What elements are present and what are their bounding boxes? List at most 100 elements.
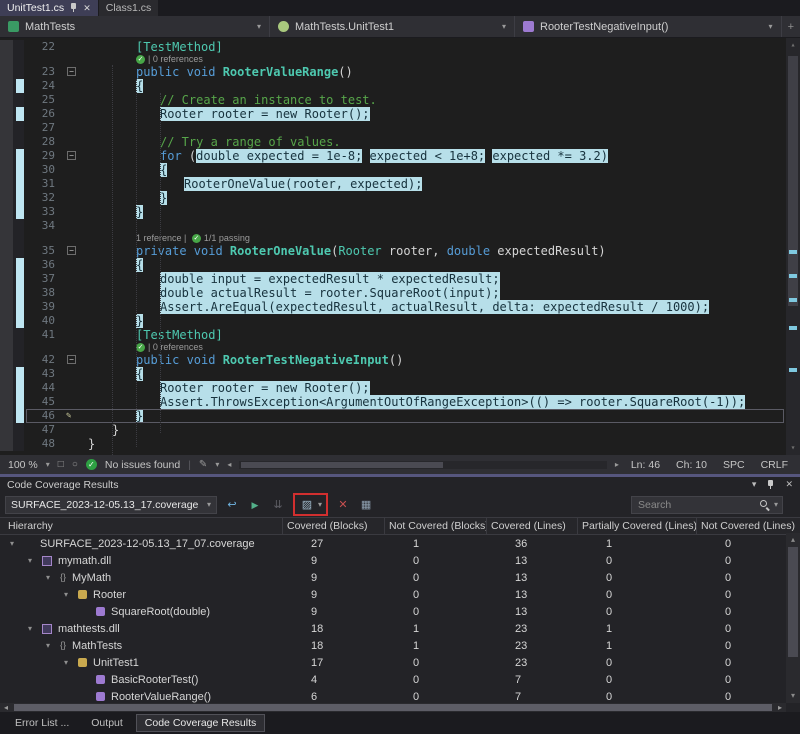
window-position-icon[interactable]: ▾ — [752, 479, 757, 490]
code-line[interactable]: 36{ — [0, 258, 800, 272]
tree-expander-icon[interactable]: ▾ — [46, 573, 60, 582]
code-line[interactable]: 41[TestMethod] — [0, 328, 800, 342]
code-line[interactable]: 46✎} — [0, 409, 800, 423]
document-outline-icon[interactable]: □ — [58, 459, 64, 470]
tree-expander-icon[interactable]: ▾ — [28, 624, 42, 633]
column-header-hierarchy[interactable]: Hierarchy — [0, 518, 283, 534]
code-line[interactable]: 44Rooter rooter = new Rooter(); — [0, 381, 800, 395]
code-line[interactable]: 32} — [0, 191, 800, 205]
code-line[interactable]: 48} — [0, 437, 800, 451]
code-line[interactable]: 22[TestMethod] — [0, 40, 800, 54]
column-header-partially-covered-lines[interactable]: Partially Covered (Lines) — [578, 518, 697, 534]
code-line[interactable]: 27 — [0, 121, 800, 135]
result-set-dropdown[interactable]: SURFACE_2023-12-05.13_17.coverage ▾ — [5, 496, 217, 514]
scroll-left-icon[interactable]: ◂ — [0, 703, 12, 712]
scroll-right-icon[interactable]: ▸ — [774, 703, 786, 712]
scrollbar-thumb[interactable] — [14, 704, 772, 711]
coverage-row[interactable]: ▾{}MathTests1812310 — [0, 637, 800, 654]
code-line[interactable]: 38double actualResult = rooter.SquareRoo… — [0, 286, 800, 300]
coverage-row[interactable]: ▾SURFACE_2023-12-05.13_17_07.coverage271… — [0, 535, 800, 552]
tree-expander-icon[interactable]: ▾ — [64, 658, 78, 667]
code-line[interactable]: 30{ — [0, 163, 800, 177]
code-line[interactable]: 23−public void RooterValueRange() — [0, 65, 800, 79]
tab-unittest1[interactable]: UnitTest1.cs ✕ — [0, 0, 98, 16]
coverage-search-box[interactable]: ▾ — [631, 496, 783, 514]
show-code-coverage-coloring-icon[interactable]: ▨ — [299, 496, 315, 514]
scroll-down-icon[interactable]: ▾ — [786, 690, 800, 702]
tab-code-coverage-results[interactable]: Code Coverage Results — [136, 714, 265, 732]
coverage-row[interactable]: ▾mathtests.dll1812310 — [0, 620, 800, 637]
coverage-row[interactable]: SquareRoot(double)901300 — [0, 603, 800, 620]
collapse-region-icon[interactable]: − — [67, 355, 76, 364]
editor-vertical-scrollbar[interactable]: ▴ ▾ — [786, 38, 800, 455]
spaces-indicator[interactable]: SPC — [723, 459, 745, 471]
code-line[interactable]: 45Assert.ThrowsException<ArgumentOutOfRa… — [0, 395, 800, 409]
search-icon[interactable] — [759, 499, 770, 510]
import-results-icon[interactable]: ↩ — [224, 496, 240, 514]
export-results-icon[interactable]: ▶ — [247, 496, 263, 514]
scrollbar-thumb[interactable] — [788, 547, 798, 657]
pin-icon[interactable] — [69, 3, 78, 13]
code-line[interactable]: 25// Create an instance to test. — [0, 93, 800, 107]
column-header-not-covered-lines[interactable]: Not Covered (Lines) — [697, 518, 800, 534]
code-cleanup-icon[interactable]: ✎ — [199, 459, 207, 470]
code-line[interactable]: 33} — [0, 205, 800, 219]
coverage-row[interactable]: ▾mymath.dll901300 — [0, 552, 800, 569]
code-line[interactable]: 31RooterOneValue(rooter, expected); — [0, 177, 800, 191]
scroll-up-icon[interactable]: ▴ — [786, 534, 800, 546]
collapse-region-icon[interactable]: − — [67, 151, 76, 160]
show-coverage-columns-icon[interactable]: ▦ — [358, 496, 374, 514]
type-dropdown[interactable]: MathTests.UnitTest1 ▾ — [270, 16, 515, 37]
panel-title-bar[interactable]: Code Coverage Results ▾ ✕ — [0, 477, 800, 492]
chevron-down-icon[interactable]: ▾ — [215, 460, 219, 469]
scroll-left-icon[interactable]: ◂ — [227, 460, 231, 469]
health-status-text[interactable]: No issues found — [105, 459, 180, 471]
scroll-up-icon[interactable]: ▴ — [786, 39, 800, 51]
line-indicator[interactable]: Ln: 46 — [631, 459, 660, 471]
scroll-right-icon[interactable]: ▸ — [615, 460, 619, 469]
member-dropdown[interactable]: RooterTestNegativeInput() ▾ — [515, 16, 782, 37]
code-line[interactable]: 26Rooter rooter = new Rooter(); — [0, 107, 800, 121]
line-endings-indicator[interactable]: CRLF — [761, 459, 788, 471]
pin-icon[interactable] — [766, 480, 775, 490]
code-line[interactable]: 24{ — [0, 79, 800, 93]
coverage-row[interactable]: ▾UnitTest11702300 — [0, 654, 800, 671]
tree-expander-icon[interactable]: ▾ — [28, 556, 42, 565]
chevron-down-icon[interactable]: ▾ — [46, 460, 50, 469]
search-input[interactable] — [636, 498, 755, 512]
code-line[interactable]: 42−public void RooterTestNegativeInput() — [0, 353, 800, 367]
coverage-row[interactable]: ▾{}MyMath901300 — [0, 569, 800, 586]
scrollbar-thumb[interactable] — [788, 56, 798, 306]
coverage-row[interactable]: BasicRooterTest()40700 — [0, 671, 800, 688]
tree-expander-icon[interactable]: ▾ — [46, 641, 60, 650]
close-icon[interactable]: ✕ — [785, 479, 793, 490]
remove-coverage-icon[interactable]: ✕ — [335, 496, 351, 514]
tree-expander-icon[interactable]: ▾ — [64, 590, 78, 599]
close-icon[interactable]: ✕ — [83, 4, 91, 13]
collapse-region-icon[interactable]: − — [67, 67, 76, 76]
panel-horizontal-scrollbar[interactable]: ◂ ▸ — [0, 703, 786, 712]
panel-vertical-scrollbar[interactable]: ▴ ▾ — [786, 533, 800, 703]
chevron-down-icon[interactable]: ▾ — [774, 500, 778, 509]
chevron-down-icon[interactable]: ▾ — [318, 500, 322, 509]
column-header-covered-lines[interactable]: Covered (Lines) — [487, 518, 578, 534]
column-header-not-covered-blocks[interactable]: Not Covered (Blocks) — [385, 518, 487, 534]
code-editor[interactable]: 22[TestMethod]✓| 0 references23−public v… — [0, 38, 800, 455]
code-line[interactable]: 28// Try a range of values. — [0, 135, 800, 149]
zoom-select[interactable]: 100 % — [8, 459, 38, 471]
project-dropdown[interactable]: MathTests ▾ — [0, 16, 270, 37]
code-line[interactable]: 39Assert.AreEqual(expectedResult, actual… — [0, 300, 800, 314]
tab-class1[interactable]: Class1.cs — [99, 0, 159, 16]
code-line[interactable]: 47} — [0, 423, 800, 437]
code-line[interactable]: 37double input = expectedResult * expect… — [0, 272, 800, 286]
coverage-row[interactable]: ▾Rooter901300 — [0, 586, 800, 603]
collapse-region-icon[interactable]: − — [67, 246, 76, 255]
code-line[interactable]: 35−private void RooterOneValue(Rooter ro… — [0, 244, 800, 258]
code-line[interactable]: 34 — [0, 219, 800, 233]
scrollbar-thumb[interactable] — [241, 462, 443, 468]
tab-output[interactable]: Output — [82, 714, 132, 732]
tree-expander-icon[interactable]: ▾ — [10, 539, 24, 548]
editor-horizontal-scrollbar[interactable] — [239, 461, 606, 469]
plus-icon[interactable]: + — [782, 16, 800, 37]
code-line[interactable]: 29−for (double expected = 1e-8; expected… — [0, 149, 800, 163]
